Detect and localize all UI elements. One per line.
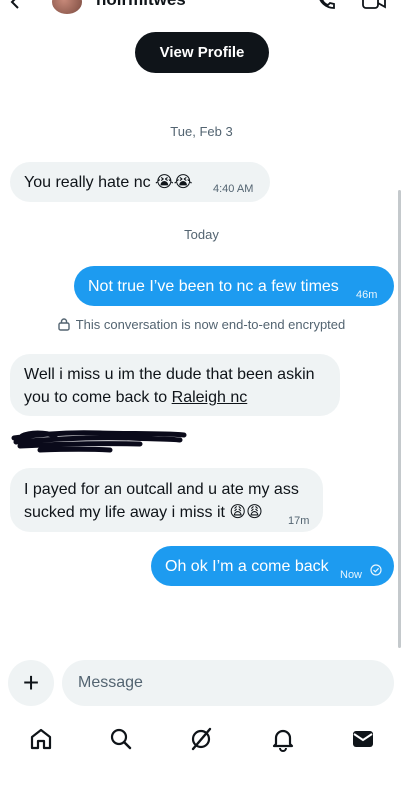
search-icon[interactable]	[108, 726, 134, 752]
message-time: 4:40 AM	[213, 183, 254, 195]
grok-icon[interactable]	[188, 726, 214, 752]
encryption-notice: This conversation is now end-to-end encr…	[0, 317, 403, 332]
outgoing-message[interactable]: Not true I’ve been to nc a few times 46m	[74, 266, 394, 306]
view-profile-button[interactable]: View Profile	[135, 32, 269, 73]
home-icon[interactable]	[28, 726, 54, 752]
message-time: Now	[340, 569, 363, 581]
username[interactable]: noirmitwes	[96, 0, 186, 10]
avatar[interactable]	[52, 0, 82, 14]
add-media-button[interactable]: +	[8, 660, 54, 706]
incoming-message[interactable]: Well i miss u im the dude that been aski…	[10, 354, 340, 416]
message-text-line: you to come back to	[24, 389, 168, 406]
bottom-navigation	[0, 720, 403, 760]
read-receipt-icon	[370, 564, 382, 576]
message-text-line: I payed for an outcall and u ate my ass	[24, 481, 299, 498]
message-text: Not true I’ve been to nc a few times	[88, 278, 339, 295]
top-bar: noirmitwes	[0, 0, 403, 18]
incoming-message[interactable]: You really hate nc 😭😭 4:40 AM	[10, 162, 270, 202]
incoming-message[interactable]: I payed for an outcall and u ate my ass …	[10, 468, 323, 532]
date-separator: Tue, Feb 3	[170, 124, 233, 139]
messages-icon[interactable]	[350, 726, 376, 752]
redaction-scribble	[11, 430, 187, 453]
message-time: 46m	[356, 289, 378, 301]
scrollbar[interactable]	[398, 190, 401, 648]
place-link[interactable]: Raleigh nc	[172, 389, 248, 406]
message-text: You really hate nc 😭😭	[24, 174, 193, 191]
message-time: 17m	[288, 515, 310, 527]
outgoing-message[interactable]: Oh ok I’m a come back Now	[151, 546, 394, 586]
message-text-line: Well i miss u im the dude that been aski…	[24, 366, 315, 383]
back-arrow-icon[interactable]	[8, 0, 24, 10]
message-text-line: sucked my life away i miss it 😩😩	[24, 504, 263, 521]
lock-icon	[58, 318, 70, 331]
date-separator: Today	[184, 227, 219, 242]
message-text: Oh ok I’m a come back	[165, 558, 329, 575]
encryption-text: This conversation is now end-to-end encr…	[75, 317, 346, 332]
message-input[interactable]: Message	[62, 660, 394, 706]
notifications-icon[interactable]	[270, 726, 296, 752]
phone-icon[interactable]	[316, 0, 336, 10]
video-icon[interactable]	[362, 0, 386, 10]
